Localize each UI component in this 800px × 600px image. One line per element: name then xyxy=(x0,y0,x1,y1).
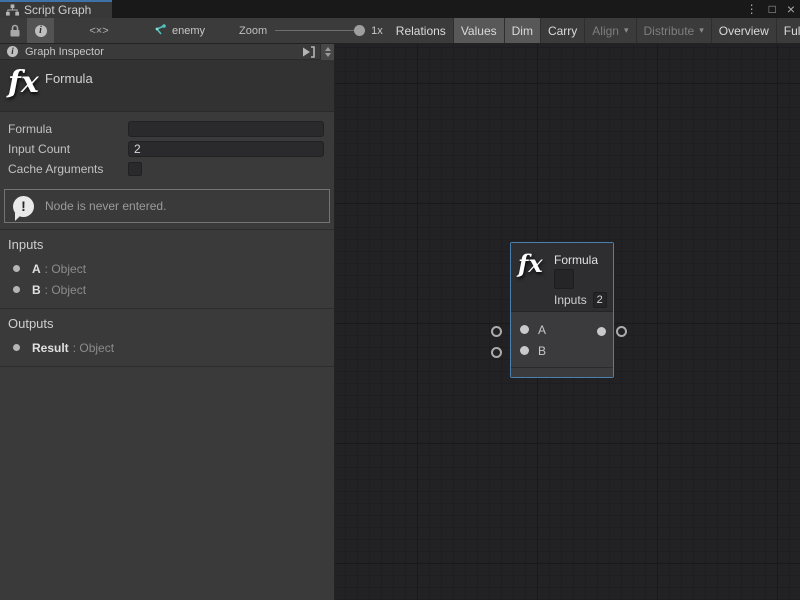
carry-button[interactable]: Carry xyxy=(540,18,584,43)
dim-button[interactable]: Dim xyxy=(504,18,540,43)
node-inputs-count-input[interactable]: 2 xyxy=(593,292,607,308)
formula-input[interactable] xyxy=(128,121,324,137)
formula-fx-icon: fx xyxy=(8,68,39,98)
node-footer xyxy=(511,367,613,377)
port-dot-icon xyxy=(13,286,20,293)
tab-title: Script Graph xyxy=(24,3,91,17)
inputs-section: Inputs A : Object B : Object xyxy=(0,230,334,308)
tab-script-graph[interactable]: Script Graph xyxy=(0,0,112,18)
lock-icon xyxy=(9,24,21,37)
ports-sections: Inputs A : Object B : Object Outputs Res… xyxy=(0,229,334,367)
input-port-b[interactable] xyxy=(520,346,529,355)
graph-tab-icon xyxy=(6,4,19,16)
port-type: : Object xyxy=(45,283,86,297)
input-count-label: Input Count xyxy=(8,142,128,156)
list-item: A : Object xyxy=(0,258,334,279)
connection-socket-input-b[interactable] xyxy=(491,347,502,358)
code-view-button[interactable]: <×> xyxy=(74,18,124,43)
dock-icon xyxy=(302,46,316,58)
distribute-label: Distribute xyxy=(644,24,695,38)
formula-fx-icon: fx xyxy=(518,252,543,276)
formula-inline-input[interactable] xyxy=(554,269,574,289)
code-icon: <×> xyxy=(89,25,108,37)
align-dropdown[interactable]: Align ▾ xyxy=(584,18,635,43)
port-type: : Object xyxy=(73,341,114,355)
warning-icon: ! xyxy=(13,196,34,217)
inspected-node-header: fx Formula xyxy=(0,60,334,112)
warning-text: Node is never entered. xyxy=(45,199,166,213)
chevron-down-icon: ▾ xyxy=(699,25,704,36)
port-dot-icon xyxy=(13,265,20,272)
window-menu-icon[interactable]: ⋮ xyxy=(746,0,758,18)
connection-socket-output[interactable] xyxy=(616,326,627,337)
input-count-input[interactable] xyxy=(128,141,324,157)
info-icon: i xyxy=(7,46,18,57)
node-ports-area: A B xyxy=(511,312,613,361)
inspector-header-bar: i Graph Inspector xyxy=(0,44,334,60)
input-port-a[interactable] xyxy=(520,325,529,334)
formula-field-label: Formula xyxy=(8,122,128,136)
input-port-row-b: B xyxy=(511,340,613,361)
panel-height-stepper[interactable] xyxy=(320,44,334,60)
chevron-down-icon: ▾ xyxy=(624,25,629,36)
zoom-slider-handle[interactable] xyxy=(354,25,365,36)
connection-socket-input-a[interactable] xyxy=(491,326,502,337)
zoom-control: Zoom 1x xyxy=(239,18,389,43)
cache-arguments-field-row: Cache Arguments xyxy=(8,159,324,179)
list-item: B : Object xyxy=(0,279,334,300)
list-item: Result : Object xyxy=(0,337,334,358)
chevron-up-icon xyxy=(325,47,331,51)
zoom-label: Zoom xyxy=(239,25,267,37)
maximize-icon[interactable]: □ xyxy=(769,0,776,18)
port-name: A xyxy=(32,262,41,276)
inspector-title: Graph Inspector xyxy=(25,46,298,58)
distribute-dropdown[interactable]: Distribute ▾ xyxy=(636,18,711,43)
cache-arguments-checkbox[interactable] xyxy=(128,162,142,176)
relations-button[interactable]: Relations xyxy=(389,18,453,43)
lock-button[interactable] xyxy=(3,18,27,43)
inspected-node-title: Formula xyxy=(45,71,93,86)
graph-toolbar: i <×> enemy Zoom 1x Relations Values Dim… xyxy=(0,18,800,44)
toolbar-left-cluster: i <×> enemy Zoom 1x xyxy=(0,18,389,43)
dock-sidebar-button[interactable] xyxy=(298,44,320,60)
port-label: B xyxy=(538,344,546,358)
inputs-section-title: Inputs xyxy=(0,230,334,258)
node-warning: ! Node is never entered. xyxy=(4,189,330,223)
zoom-slider[interactable] xyxy=(275,30,363,31)
input-count-field-row: Input Count xyxy=(8,139,324,159)
node-settings-fields: Formula Input Count Cache Arguments xyxy=(0,112,334,179)
chevron-down-icon xyxy=(325,53,331,57)
port-name: Result xyxy=(32,341,69,355)
overview-button[interactable]: Overview xyxy=(711,18,776,43)
formula-node-header: fx Formula Inputs 2 xyxy=(511,243,613,312)
cache-arguments-label: Cache Arguments xyxy=(8,162,128,176)
port-name: B xyxy=(32,283,41,297)
outputs-section-title: Outputs xyxy=(0,309,334,337)
node-inputs-row: Inputs 2 xyxy=(554,292,607,308)
values-button[interactable]: Values xyxy=(453,18,504,43)
script-graph-asset-icon xyxy=(152,24,166,37)
graph-inspector-panel: i Graph Inspector fx Formula Formula Inp… xyxy=(0,44,335,600)
formula-node[interactable]: fx Formula Inputs 2 A B xyxy=(510,242,614,378)
outputs-section: Outputs Result : Object xyxy=(0,309,334,366)
formula-node-title: Formula xyxy=(554,253,598,267)
graph-name: enemy xyxy=(172,25,205,37)
tab-bar: Script Graph ⋮ □ × xyxy=(0,0,800,18)
window-controls: ⋮ □ × xyxy=(746,0,795,18)
info-icon: i xyxy=(35,25,47,37)
graph-canvas[interactable]: fx Formula Inputs 2 A B xyxy=(335,44,800,600)
fullscreen-button[interactable]: Full Screen xyxy=(776,18,800,43)
port-type: : Object xyxy=(45,262,86,276)
formula-field-row: Formula xyxy=(8,119,324,139)
port-label: A xyxy=(538,323,546,337)
close-icon[interactable]: × xyxy=(787,0,795,18)
align-label: Align xyxy=(592,24,619,38)
zoom-value: 1x xyxy=(371,25,383,37)
graph-breadcrumb[interactable]: enemy xyxy=(146,18,211,43)
output-port-result[interactable] xyxy=(597,327,606,336)
node-inputs-label: Inputs xyxy=(554,293,587,307)
port-dot-icon xyxy=(13,344,20,351)
inspect-toggle-button[interactable]: i xyxy=(27,18,54,43)
